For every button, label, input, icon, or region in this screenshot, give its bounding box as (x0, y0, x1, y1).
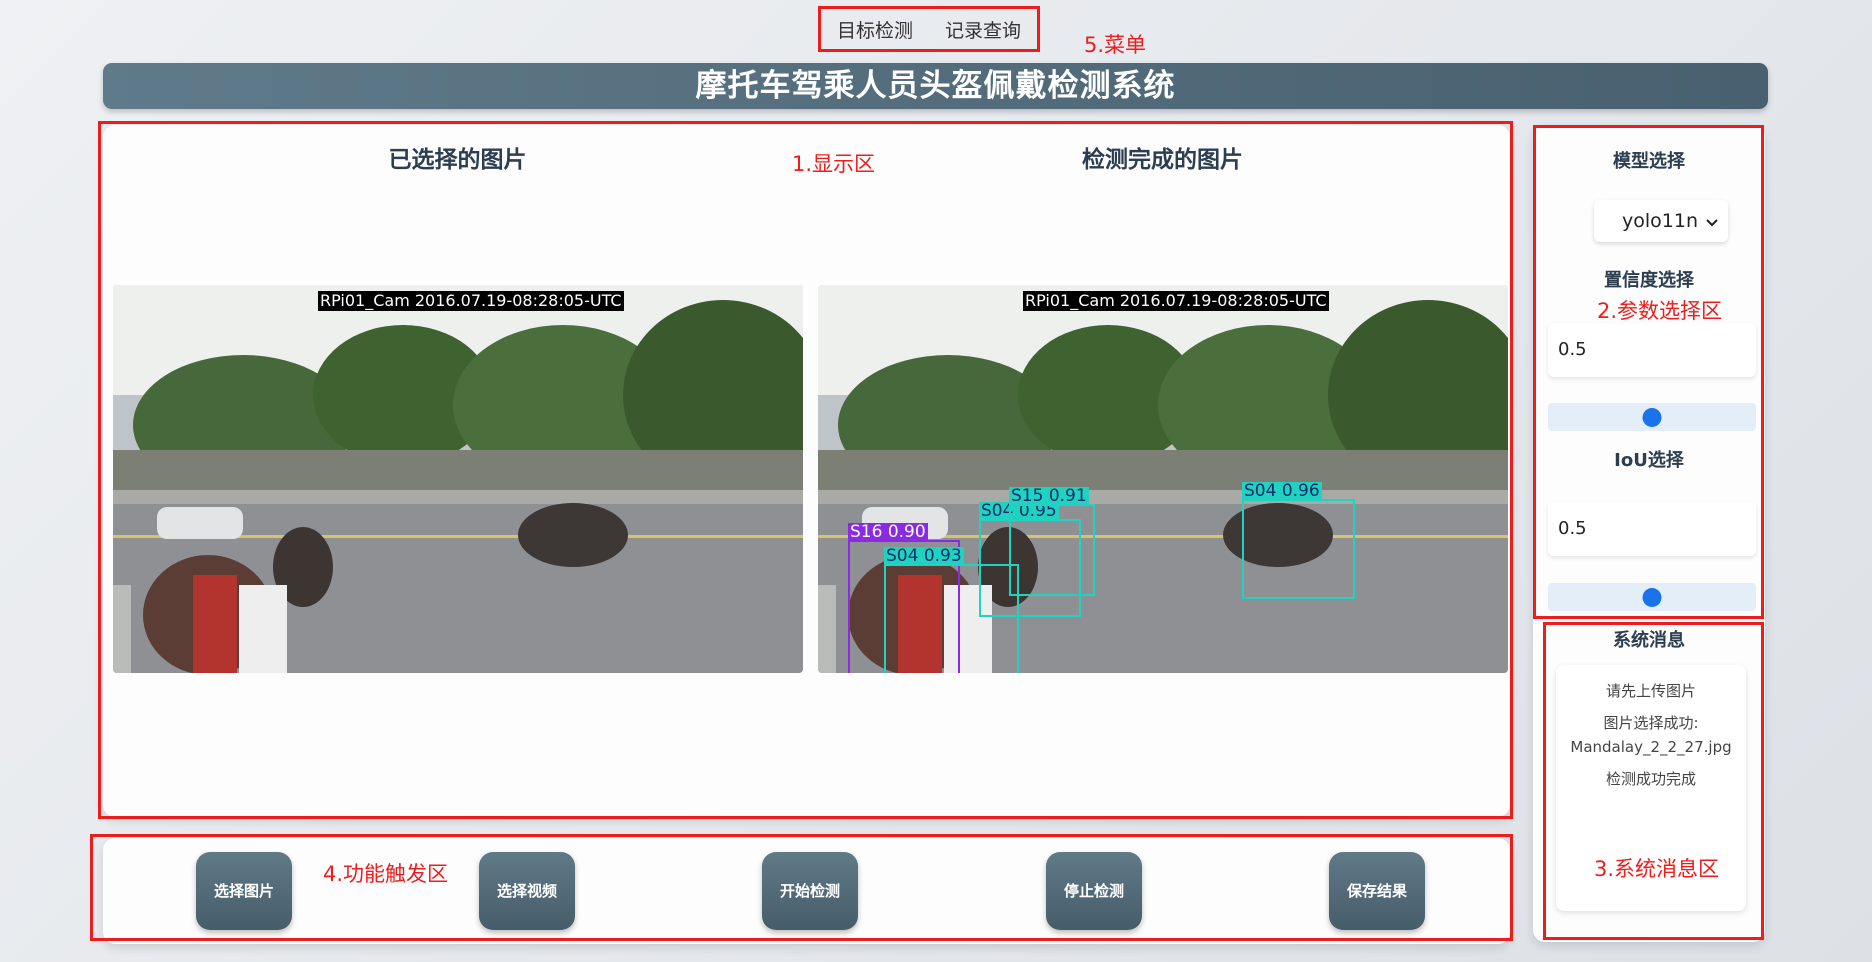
detected-image-title: 检测完成的图片 (1082, 147, 1243, 173)
iou-heading: IoU选择 (1614, 450, 1684, 471)
annotation-buttons: 4.功能触发区 (323, 862, 449, 886)
street-scene-photo (113, 285, 803, 673)
model-select-heading: 模型选择 (1613, 151, 1685, 172)
messages-heading: 系统消息 (1613, 630, 1685, 651)
menu-item-record-query[interactable]: 记录查询 (941, 16, 1025, 43)
select-image-button[interactable]: 选择图片 (196, 852, 292, 930)
model-select-value: yolo11n (1622, 210, 1698, 232)
detection-label: S16 0.90 (848, 522, 928, 542)
message-item: 请先上传图片 (1605, 682, 1696, 700)
menu-item-object-detection[interactable]: 目标检测 (833, 16, 917, 43)
top-menu: 目标检测 记录查询 (818, 6, 1040, 52)
save-result-button[interactable]: 保存结果 (1329, 852, 1425, 930)
annotation-params: 2.参数选择区 (1597, 299, 1723, 323)
detection-label: S04 0.96 (1242, 481, 1322, 501)
confidence-slider[interactable] (1548, 403, 1756, 431)
selected-image: RPi01_Cam 2016.07.19-08:28:05-UTC (113, 285, 803, 673)
message-item: 图片选择成功: Mandalay_2_2_27.jpg (1570, 714, 1732, 756)
detection-box: S15 0.91 (1009, 487, 1095, 596)
camera-caption: RPi01_Cam 2016.07.19-08:28:05-UTC (1023, 291, 1329, 311)
chevron-down-icon (1706, 210, 1718, 232)
detection-label: S04 0.93 (884, 546, 964, 566)
page-title: 摩托车驾乘人员头盔佩戴检测系统 (103, 63, 1768, 109)
start-detect-button[interactable]: 开始检测 (762, 852, 858, 930)
confidence-heading: 置信度选择 (1604, 270, 1694, 291)
annotation-menu: 5.菜单 (1084, 33, 1147, 57)
iou-slider[interactable] (1548, 583, 1756, 611)
detected-image: RPi01_Cam 2016.07.19-08:28:05-UTC S16 0.… (818, 285, 1508, 673)
camera-caption: RPi01_Cam 2016.07.19-08:28:05-UTC (318, 291, 624, 311)
message-item: 检测成功完成 (1605, 770, 1696, 788)
annotation-messages: 3.系统消息区 (1594, 857, 1720, 881)
select-video-button[interactable]: 选择视频 (479, 852, 575, 930)
iou-input[interactable]: 0.5 (1548, 502, 1756, 556)
iou-slider-thumb[interactable] (1642, 588, 1662, 607)
confidence-input[interactable]: 0.5 (1548, 323, 1756, 377)
stop-detect-button[interactable]: 停止检测 (1046, 852, 1142, 930)
confidence-slider-thumb[interactable] (1642, 408, 1662, 427)
detection-label: S15 0.91 (1009, 486, 1089, 506)
selected-image-title: 已选择的图片 (388, 147, 527, 173)
model-select[interactable]: yolo11n (1594, 200, 1728, 242)
detection-box: S04 0.96 (1242, 482, 1355, 599)
